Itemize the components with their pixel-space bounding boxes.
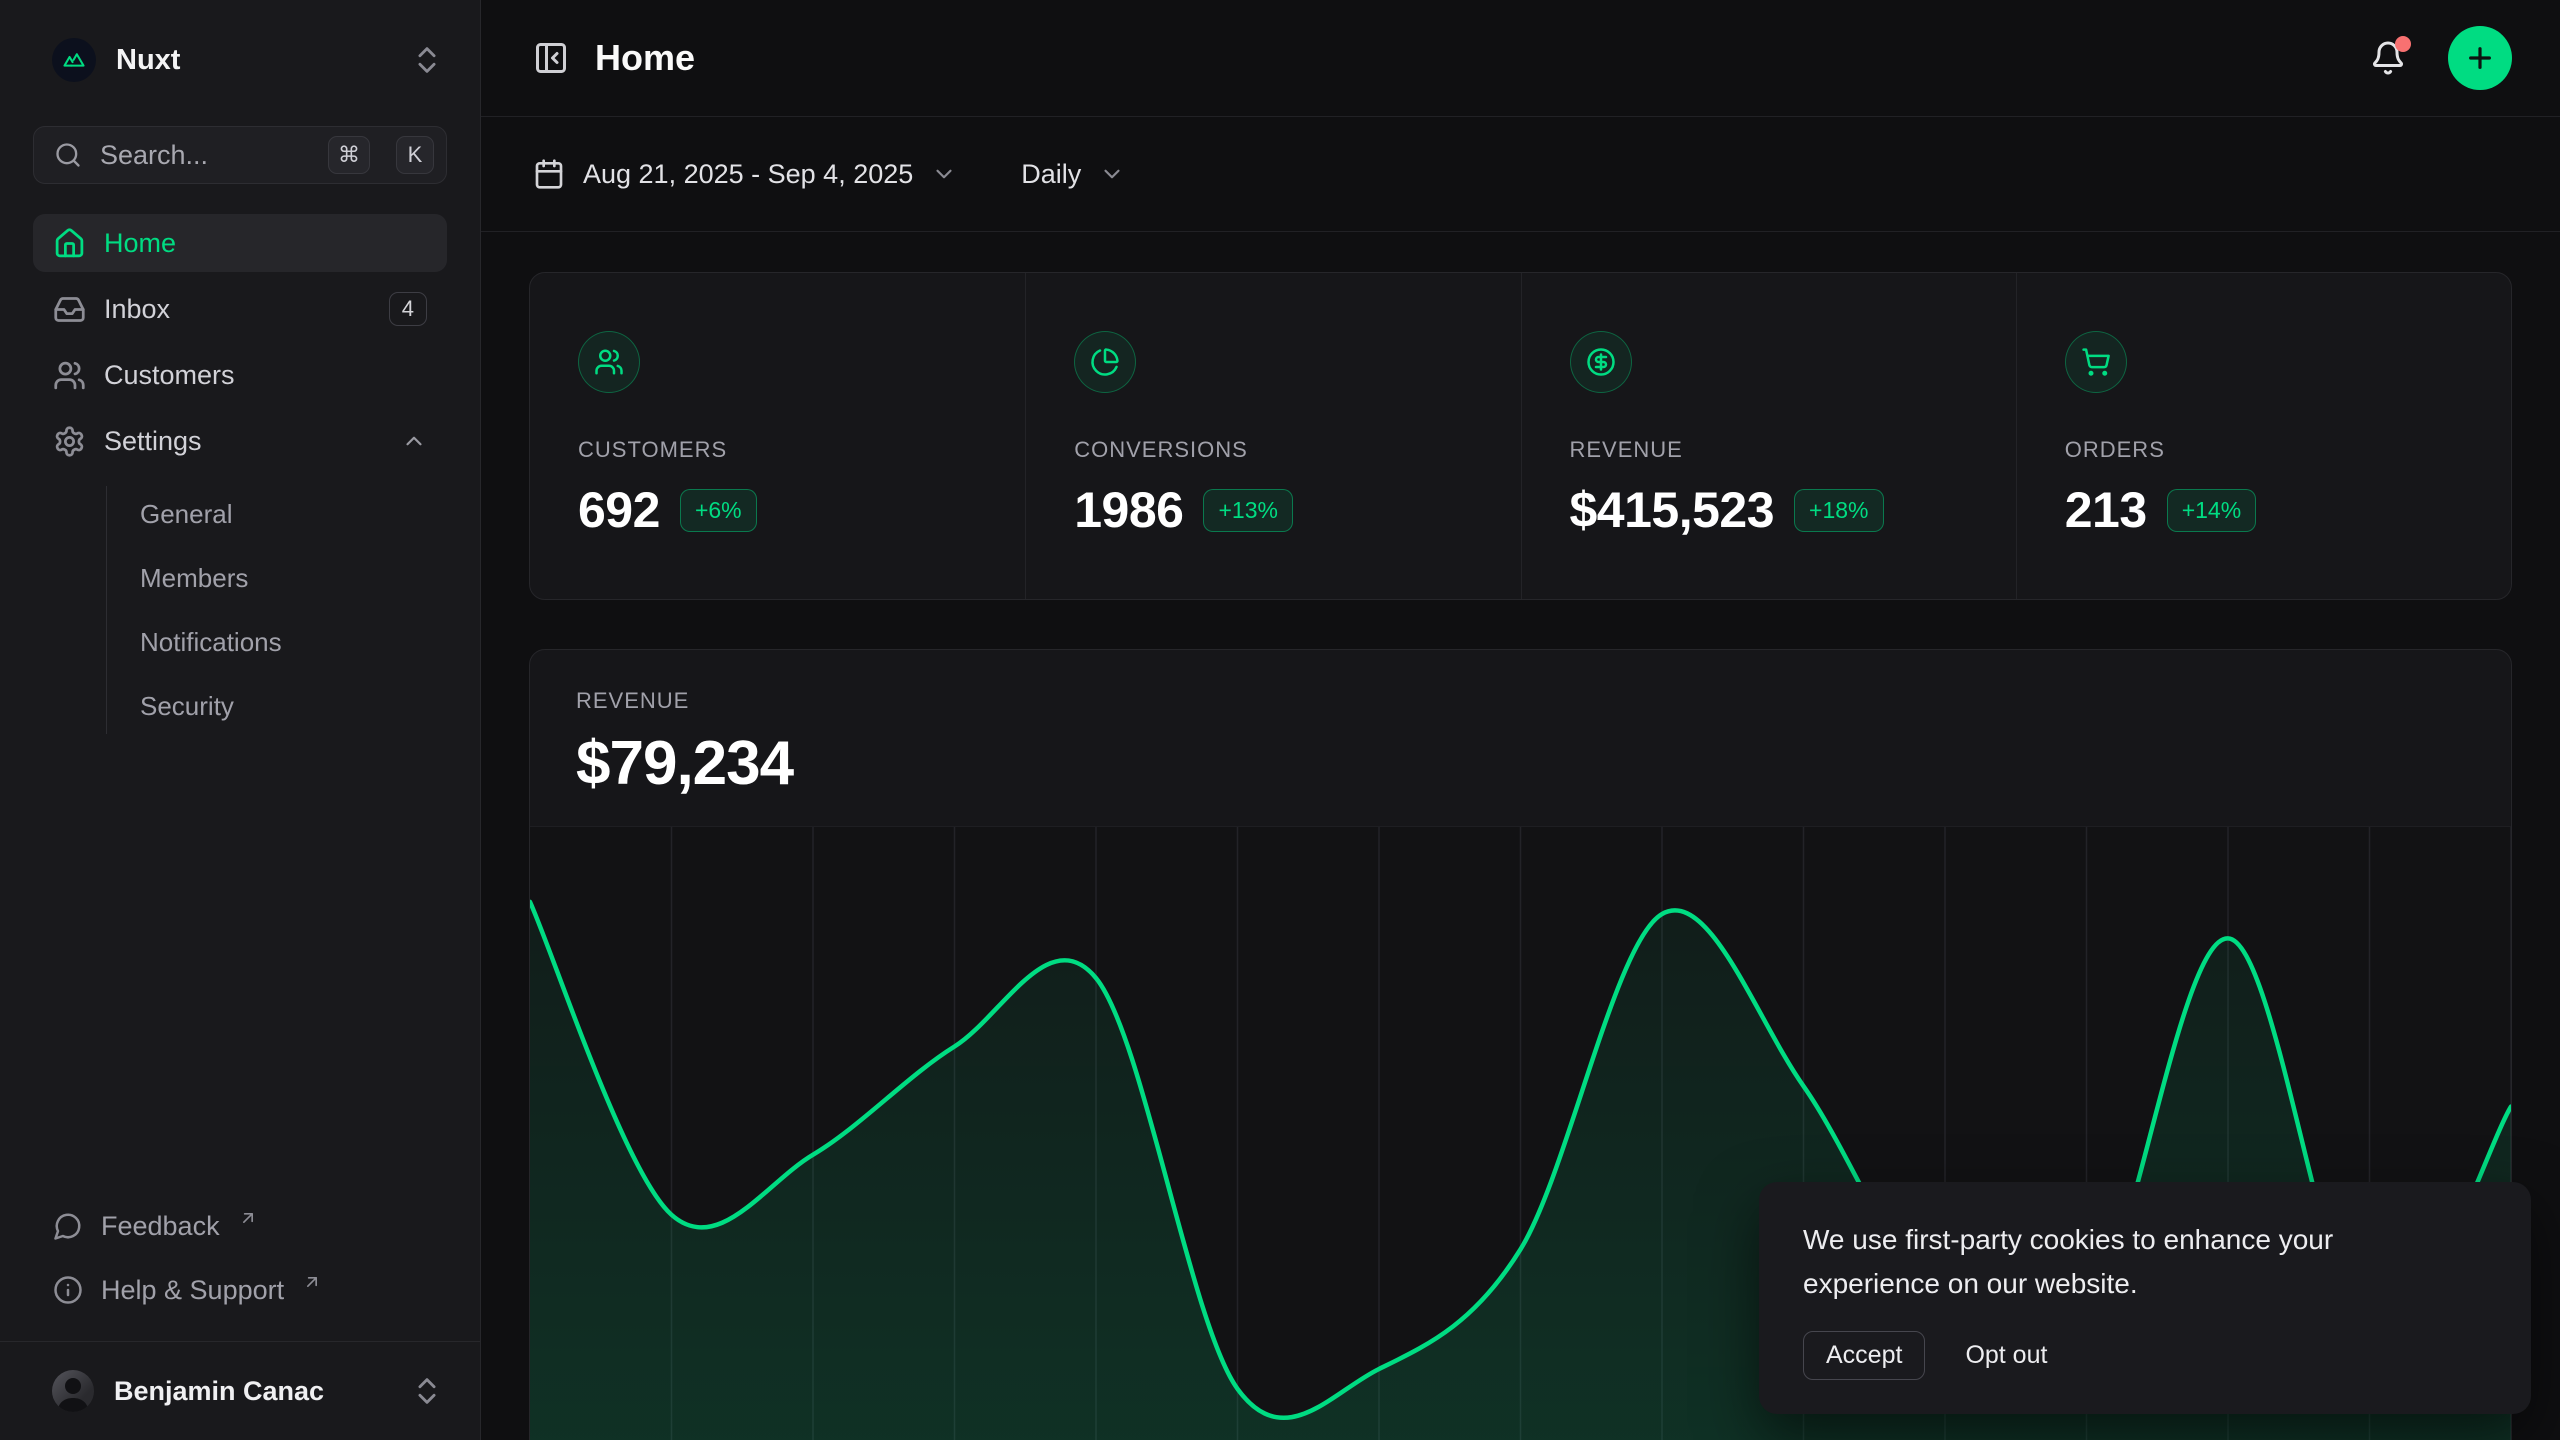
stat-card-orders[interactable]: ORDERS 213 +14% xyxy=(2016,273,2511,599)
sidebar-footer-links: Feedback Help & Support xyxy=(0,1197,480,1341)
sidebar-nav: Home Inbox 4 Customers Settings xyxy=(0,214,480,738)
sidebar-spacer xyxy=(0,738,480,1197)
topbar: Home xyxy=(481,0,2560,117)
date-range-picker[interactable]: Aug 21, 2025 - Sep 4, 2025 xyxy=(533,158,957,190)
chevron-down-icon xyxy=(931,161,957,187)
stat-delta-badge: +14% xyxy=(2167,489,2256,532)
calendar-icon xyxy=(533,158,565,190)
inbox-count-badge: 4 xyxy=(389,292,427,326)
home-icon xyxy=(53,227,86,260)
chevrons-up-down-icon xyxy=(410,43,444,77)
brand-name: Nuxt xyxy=(116,44,180,77)
sidebar: Nuxt Search... ⌘ K Home Inbox xyxy=(0,0,481,1440)
team-switcher[interactable]: Nuxt xyxy=(0,0,480,112)
period-label: Daily xyxy=(1021,159,1081,190)
user-menu[interactable]: Benjamin Canac xyxy=(0,1341,480,1440)
stat-value: $415,523 xyxy=(1570,481,1775,539)
stat-value: 213 xyxy=(2065,481,2147,539)
revenue-chart-header: REVENUE $79,234 xyxy=(530,650,2511,799)
cookie-banner: We use first-party cookies to enhance yo… xyxy=(1759,1182,2531,1414)
stat-icon-circle xyxy=(2065,331,2127,393)
stats-grid: CUSTOMERS 692 +6% CONVERSIONS 1986 +13% xyxy=(529,272,2512,600)
kbd-k: K xyxy=(396,136,434,174)
external-link-icon xyxy=(302,1272,322,1292)
help-support-link[interactable]: Help & Support xyxy=(33,1261,447,1319)
stat-card-customers[interactable]: CUSTOMERS 692 +6% xyxy=(530,273,1025,599)
cookie-optout-button[interactable]: Opt out xyxy=(1965,1341,2047,1370)
kbd-cmd: ⌘ xyxy=(328,136,370,174)
sidebar-item-inbox[interactable]: Inbox 4 xyxy=(33,280,447,338)
sidebar-item-settings[interactable]: Settings xyxy=(33,412,447,470)
sidebar-item-members[interactable]: Members xyxy=(140,550,447,606)
help-support-label: Help & Support xyxy=(101,1275,284,1306)
chevrons-up-down-icon xyxy=(410,1374,444,1408)
sidebar-item-label: Home xyxy=(104,228,176,259)
date-range-label: Aug 21, 2025 - Sep 4, 2025 xyxy=(583,159,913,190)
chevron-up-icon xyxy=(401,428,427,454)
message-circle-icon xyxy=(53,1211,83,1241)
notification-dot xyxy=(2395,36,2411,52)
stat-card-conversions[interactable]: CONVERSIONS 1986 +13% xyxy=(1025,273,1520,599)
sidebar-item-security[interactable]: Security xyxy=(140,678,447,734)
toolbar: Aug 21, 2025 - Sep 4, 2025 Daily xyxy=(481,117,2560,232)
stat-value: 692 xyxy=(578,481,660,539)
stat-value: 1986 xyxy=(1074,481,1183,539)
topbar-actions xyxy=(2366,26,2512,90)
gear-icon xyxy=(53,425,86,458)
stat-delta-badge: +6% xyxy=(680,489,757,532)
sidebar-item-label: Settings xyxy=(104,426,202,457)
users-icon xyxy=(53,359,86,392)
pie-chart-icon xyxy=(1090,347,1120,377)
circle-dollar-icon xyxy=(1586,347,1616,377)
search-icon xyxy=(54,141,82,169)
stat-icon-circle xyxy=(578,331,640,393)
cookie-message: We use first-party cookies to enhance yo… xyxy=(1803,1218,2453,1305)
users-icon xyxy=(594,347,624,377)
nuxt-logo-icon xyxy=(52,38,96,82)
external-link-icon xyxy=(238,1208,258,1228)
stat-label: REVENUE xyxy=(1570,437,1968,463)
inbox-icon xyxy=(53,293,86,326)
stat-label: CUSTOMERS xyxy=(578,437,977,463)
info-icon xyxy=(53,1275,83,1305)
stat-card-revenue[interactable]: REVENUE $415,523 +18% xyxy=(1521,273,2016,599)
page-title: Home xyxy=(595,37,695,79)
stat-delta-badge: +13% xyxy=(1203,489,1292,532)
feedback-label: Feedback xyxy=(101,1211,220,1242)
search-input[interactable]: Search... ⌘ K xyxy=(33,126,447,184)
chevron-down-icon xyxy=(1099,161,1125,187)
add-button[interactable] xyxy=(2448,26,2512,90)
settings-subnav: General Members Notifications Security xyxy=(106,486,447,734)
user-name: Benjamin Canac xyxy=(114,1376,324,1407)
revenue-chart-total: $79,234 xyxy=(576,728,2465,799)
revenue-chart-label: REVENUE xyxy=(576,688,2465,714)
sidebar-item-label: Inbox xyxy=(104,294,170,325)
stat-delta-badge: +18% xyxy=(1794,489,1883,532)
panel-left-close-icon xyxy=(533,40,569,76)
avatar xyxy=(52,1370,94,1412)
sidebar-item-general[interactable]: General xyxy=(140,486,447,542)
sidebar-collapse-button[interactable] xyxy=(533,40,569,76)
stat-icon-circle xyxy=(1074,331,1136,393)
sidebar-item-customers[interactable]: Customers xyxy=(33,346,447,404)
sidebar-item-label: Customers xyxy=(104,360,235,391)
search-placeholder: Search... xyxy=(100,140,310,171)
plus-icon xyxy=(2464,42,2496,74)
shopping-cart-icon xyxy=(2081,347,2111,377)
cookie-accept-button[interactable]: Accept xyxy=(1803,1331,1925,1380)
sidebar-item-home[interactable]: Home xyxy=(33,214,447,272)
main-area: Home Aug 21, 2025 - Sep 4, 2025 xyxy=(481,0,2560,1440)
period-select[interactable]: Daily xyxy=(1021,159,1125,190)
stat-label: CONVERSIONS xyxy=(1074,437,1472,463)
notifications-button[interactable] xyxy=(2366,36,2410,80)
feedback-link[interactable]: Feedback xyxy=(33,1197,447,1255)
sidebar-item-notifications[interactable]: Notifications xyxy=(140,614,447,670)
stat-icon-circle xyxy=(1570,331,1632,393)
stat-label: ORDERS xyxy=(2065,437,2463,463)
